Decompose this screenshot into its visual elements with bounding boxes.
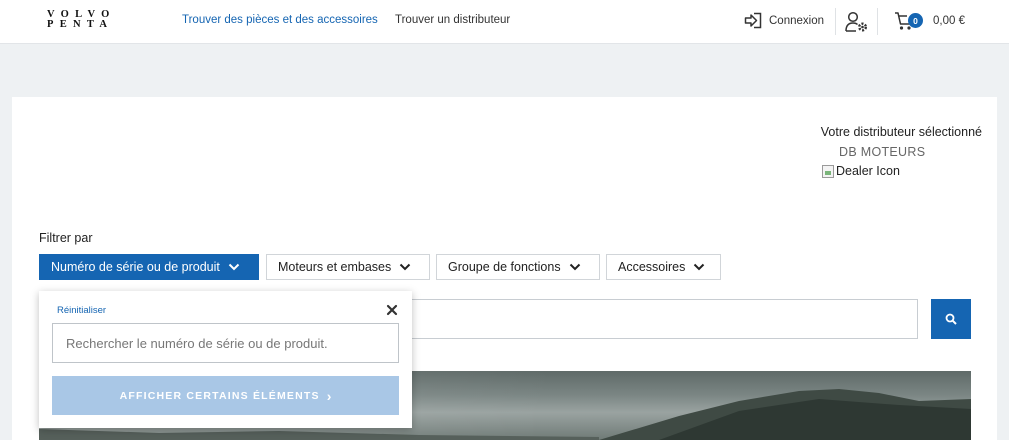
show-items-label: AFFICHER CERTAINS ÉLÉMENTS (119, 389, 320, 402)
header-divider (835, 8, 836, 35)
filter-button-label: Numéro de série ou de produit (51, 260, 220, 274)
nav-find-distributor-link[interactable]: Trouver un distributeur (395, 14, 510, 26)
search-icon (945, 313, 957, 325)
chevron-down-icon (694, 263, 705, 271)
filter-function-group-button[interactable]: Groupe de fonctions (436, 254, 600, 280)
user-settings-button[interactable] (845, 11, 869, 33)
serial-search-dropdown: Réinitialiser AFFICHER CERTAINS ÉLÉMENTS… (39, 291, 412, 428)
filter-accessories-button[interactable]: Accessoires (606, 254, 721, 280)
chevron-down-icon (569, 263, 580, 271)
filter-button-label: Groupe de fonctions (448, 260, 561, 274)
chevron-down-icon (400, 263, 411, 271)
cart-count-badge: 0 (908, 13, 923, 28)
nav-find-parts-link[interactable]: Trouver des pièces et des accessoires (182, 14, 378, 26)
cart-button[interactable]: 0 (894, 11, 928, 33)
close-icon[interactable] (385, 303, 399, 317)
filter-button-label: Accessoires (618, 260, 686, 274)
volvo-penta-logo[interactable]: VOLVO PENTA (47, 10, 116, 29)
serial-search-input[interactable] (52, 323, 399, 363)
reset-link[interactable]: Réinitialiser (57, 305, 106, 316)
broken-image-icon (822, 164, 834, 178)
dealer-icon-image: Dealer Icon (822, 164, 900, 178)
cart-total: 0,00 € (933, 15, 965, 27)
filter-serial-product-button[interactable]: Numéro de série ou de produit (39, 254, 259, 280)
login-arrow-icon (744, 12, 762, 29)
main-search-input[interactable] (407, 299, 918, 339)
search-button[interactable] (931, 299, 971, 339)
user-gear-icon (845, 11, 867, 32)
filter-engines-button[interactable]: Moteurs et embases (266, 254, 430, 280)
chevron-right-icon: › (326, 387, 332, 404)
login-button[interactable]: Connexion (744, 12, 824, 29)
header-divider (877, 8, 878, 35)
dealer-icon-alt-text: Dealer Icon (836, 164, 900, 178)
selected-dealer-name: DB MOTEURS (839, 145, 926, 159)
chevron-down-icon (228, 263, 240, 271)
site-header: VOLVO PENTA Trouver des pièces et des ac… (0, 0, 1009, 44)
filter-button-label: Moteurs et embases (278, 260, 392, 274)
login-label: Connexion (769, 14, 824, 27)
logo-line-2: PENTA (47, 18, 114, 30)
selected-dealer-label: Votre distributeur sélectionné (820, 125, 982, 139)
filter-by-label: Filtrer par (39, 231, 93, 245)
show-items-button[interactable]: AFFICHER CERTAINS ÉLÉMENTS › (52, 376, 399, 415)
